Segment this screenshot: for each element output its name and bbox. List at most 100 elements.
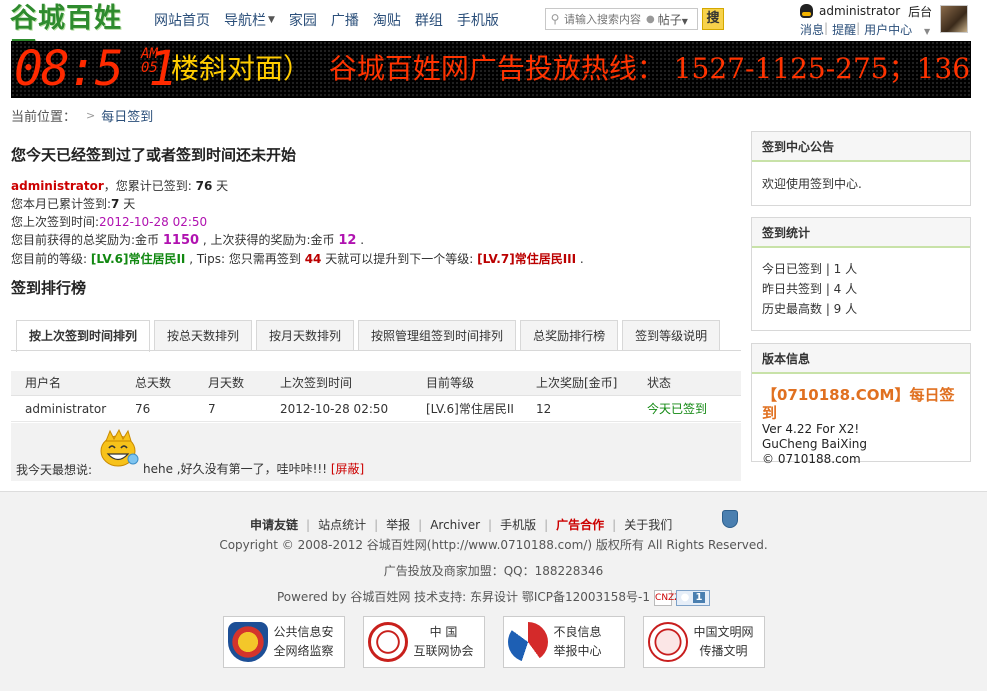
- badge-police[interactable]: 公共信息安 全网络监察: [222, 616, 345, 668]
- divider: |: [856, 21, 861, 35]
- badge-internet-society[interactable]: 中 国互联网协会: [362, 616, 485, 668]
- cell-username[interactable]: administrator: [11, 396, 121, 421]
- version-panel-title: 版本信息: [752, 344, 970, 374]
- powered-text: Powered by 谷城百姓网 技术支持: 东昇设计 鄂ICP备1200315…: [276, 590, 651, 604]
- text: , Tips: 您只需再签到: [185, 252, 305, 266]
- tab-level-info[interactable]: 签到等级说明: [622, 320, 721, 351]
- footer-links: 申请友链 | 站点统计 | 举报 | Archiver | 手机版 | 广告合作 | 关于我…: [242, 516, 680, 533]
- chevron-right-icon: >: [86, 109, 96, 122]
- paw-count: 1: [692, 591, 706, 603]
- user-center-menu[interactable]: 用户中心 ▼: [864, 21, 938, 37]
- badge-text: 不良信息 举报中心: [554, 623, 602, 661]
- user-center-label: 用户中心: [864, 23, 913, 37]
- notice-panel: 签到中心公告 欢迎使用签到中心.: [751, 131, 971, 206]
- search-icon: ⚲: [550, 12, 560, 26]
- main-nav: 网站首页 导航栏 ▼ 家园 广播 淘贴 群组 手机版: [147, 0, 506, 40]
- table-header: 用户名 总天数 月天数 上次签到时间 目前等级 上次奖励[金币] 状态: [11, 371, 741, 396]
- reminders-link[interactable]: 提醒: [832, 21, 856, 37]
- text: 天: [119, 197, 136, 211]
- summary-line-reward: 您目前获得的总奖励为:金币 1150 , 上次获得的奖励为:金币 12 .: [11, 231, 584, 250]
- nav-navigation[interactable]: 导航栏 ▼: [217, 0, 282, 40]
- tab-admin-signin[interactable]: 按照管理组签到时间排列: [358, 320, 517, 351]
- nav-home-space[interactable]: 家园: [282, 0, 324, 40]
- tab-last-signin[interactable]: 按上次签到时间排列: [16, 320, 151, 352]
- tab-reward-ranking[interactable]: 总奖励排行榜: [520, 320, 619, 351]
- message-content: hehe ,好久没有第一了，哇咔咔!!! [屏蔽]: [143, 460, 364, 477]
- nav-collection[interactable]: 淘贴: [366, 0, 408, 40]
- led-clock-sec: 05: [141, 60, 158, 76]
- led-ticker: 楼斜对面） 谷城百姓网广告投放热线： 1527-1125-275；136: [171, 49, 970, 89]
- footer-link-stats[interactable]: 站点统计: [310, 516, 374, 533]
- caret-down-icon: ▼: [268, 15, 275, 25]
- led-clock-seconds: AM 05: [141, 47, 158, 75]
- search-box: ⚲ ● 帖子▼: [545, 8, 698, 30]
- col-username: 用户名: [25, 376, 62, 390]
- microphone-icon[interactable]: ●: [646, 14, 655, 25]
- badge-civilization[interactable]: 中国文明网 传播文明: [642, 616, 765, 668]
- led-ad-banner[interactable]: 08:5 1 AM 05 楼斜对面） 谷城百姓网广告投放热线： 1527-1125…: [11, 41, 971, 98]
- shield-icon[interactable]: [722, 510, 738, 528]
- avatar[interactable]: [940, 5, 968, 33]
- text: 您目前的等级:: [11, 252, 91, 266]
- caret-down-icon: ▼: [681, 16, 688, 26]
- cnzz-stats-icon[interactable]: CNZZ: [654, 589, 680, 606]
- last-signin-time: 2012-10-28 02:50: [99, 215, 208, 229]
- text: 您上次签到时间:: [11, 215, 100, 229]
- ranking-tabs: 按上次签到时间排列 按总天数排列 按月天数排列 按照管理组签到时间排列 总奖励排…: [16, 320, 724, 352]
- block-link[interactable]: [屏蔽]: [331, 462, 364, 476]
- breadcrumb-prefix: 当前位置：: [11, 110, 77, 125]
- divider: |: [824, 21, 829, 35]
- tab-month-days[interactable]: 按月天数排列: [256, 320, 355, 351]
- signin-summary: administrator，您累计已签到: 76 天 您本月已累计签到:7 天 …: [11, 177, 584, 268]
- version-headline[interactable]: 【0710188.COM】每日签到: [762, 386, 960, 422]
- cell-level: [LV.6]常住居民II: [426, 402, 514, 416]
- version-panel: 版本信息 【0710188.COM】每日签到 Ver 4.22 For X2! …: [751, 343, 971, 466]
- badge-line: 互联网协会: [413, 644, 474, 658]
- notice-panel-title: 签到中心公告: [752, 132, 970, 162]
- footer-link-friend[interactable]: 申请友链: [242, 516, 306, 533]
- site-logo[interactable]: 谷城百姓网: [10, 2, 140, 68]
- summary-line-total: administrator，您累计已签到: 76 天: [11, 177, 584, 195]
- cell-status: 今天已签到: [647, 402, 708, 416]
- qq-penguin-icon: [800, 4, 813, 18]
- col-last-time: 上次签到时间: [280, 376, 353, 390]
- footer-link-archiver[interactable]: Archiver: [422, 518, 488, 532]
- baidu-paw-icon[interactable]: ● 1: [676, 589, 711, 606]
- led-clock-ampm: AM: [141, 46, 158, 62]
- nav-broadcast[interactable]: 广播: [324, 0, 366, 40]
- search-scope-select[interactable]: 帖子▼: [658, 11, 688, 28]
- tab-total-days[interactable]: 按总天数排列: [154, 320, 253, 351]
- nav-mobile[interactable]: 手机版: [450, 0, 506, 40]
- footer-link-mobile[interactable]: 手机版: [492, 516, 544, 533]
- text: 天就可以提升到下一个等级:: [321, 252, 478, 266]
- footer-link-about[interactable]: 关于我们: [616, 516, 680, 533]
- current-level: [LV.6]常住居民II: [90, 252, 186, 266]
- footer-link-ads[interactable]: 广告合作: [548, 516, 612, 533]
- top-navbar: 谷城百姓网 网站首页 导航栏▼ 家园 广播 淘贴 群组 手机版 ⚲ ● 帖子▼ …: [0, 0, 987, 68]
- version-line: Ver 4.22 For X2!: [762, 422, 860, 436]
- text: , 上次获得的奖励为:金币: [199, 233, 339, 247]
- admin-link[interactable]: 后台: [908, 3, 932, 20]
- badge-line: 不良信息: [553, 625, 602, 639]
- nav-label: 手机版: [456, 13, 499, 29]
- stats-panel-body: 今日已签到 | 1 人 昨日共签到 | 4 人 历史最高数 | 9 人: [752, 248, 970, 327]
- breadcrumb-current[interactable]: 每日签到: [101, 106, 153, 125]
- badge-text: 中 国互联网协会: [414, 623, 474, 661]
- text: .: [356, 233, 365, 247]
- trust-seal-icon: [367, 622, 408, 662]
- footer-link-report[interactable]: 举报: [378, 516, 418, 533]
- username-link[interactable]: administrator: [819, 4, 900, 18]
- next-level: [LV.7]常住居民III: [477, 252, 577, 266]
- nav-label: 广播: [330, 13, 359, 29]
- breadcrumb: 当前位置： > 每日签到: [11, 106, 153, 125]
- badge-report-center[interactable]: 不良信息 举报中心: [502, 616, 625, 668]
- text: ，您累计已签到:: [103, 179, 196, 193]
- user-link[interactable]: administrator: [11, 179, 104, 193]
- search-input[interactable]: [564, 12, 646, 26]
- nav-groups[interactable]: 群组: [408, 0, 450, 40]
- nav-home[interactable]: 网站首页: [147, 0, 217, 40]
- messages-link[interactable]: 消息: [800, 21, 824, 37]
- search-button[interactable]: 搜: [702, 8, 724, 30]
- stat-today: 今日已签到 | 1 人: [762, 262, 858, 276]
- copyright-text: Copyright © 2008-2012 谷城百姓网(http://www.0…: [219, 538, 768, 552]
